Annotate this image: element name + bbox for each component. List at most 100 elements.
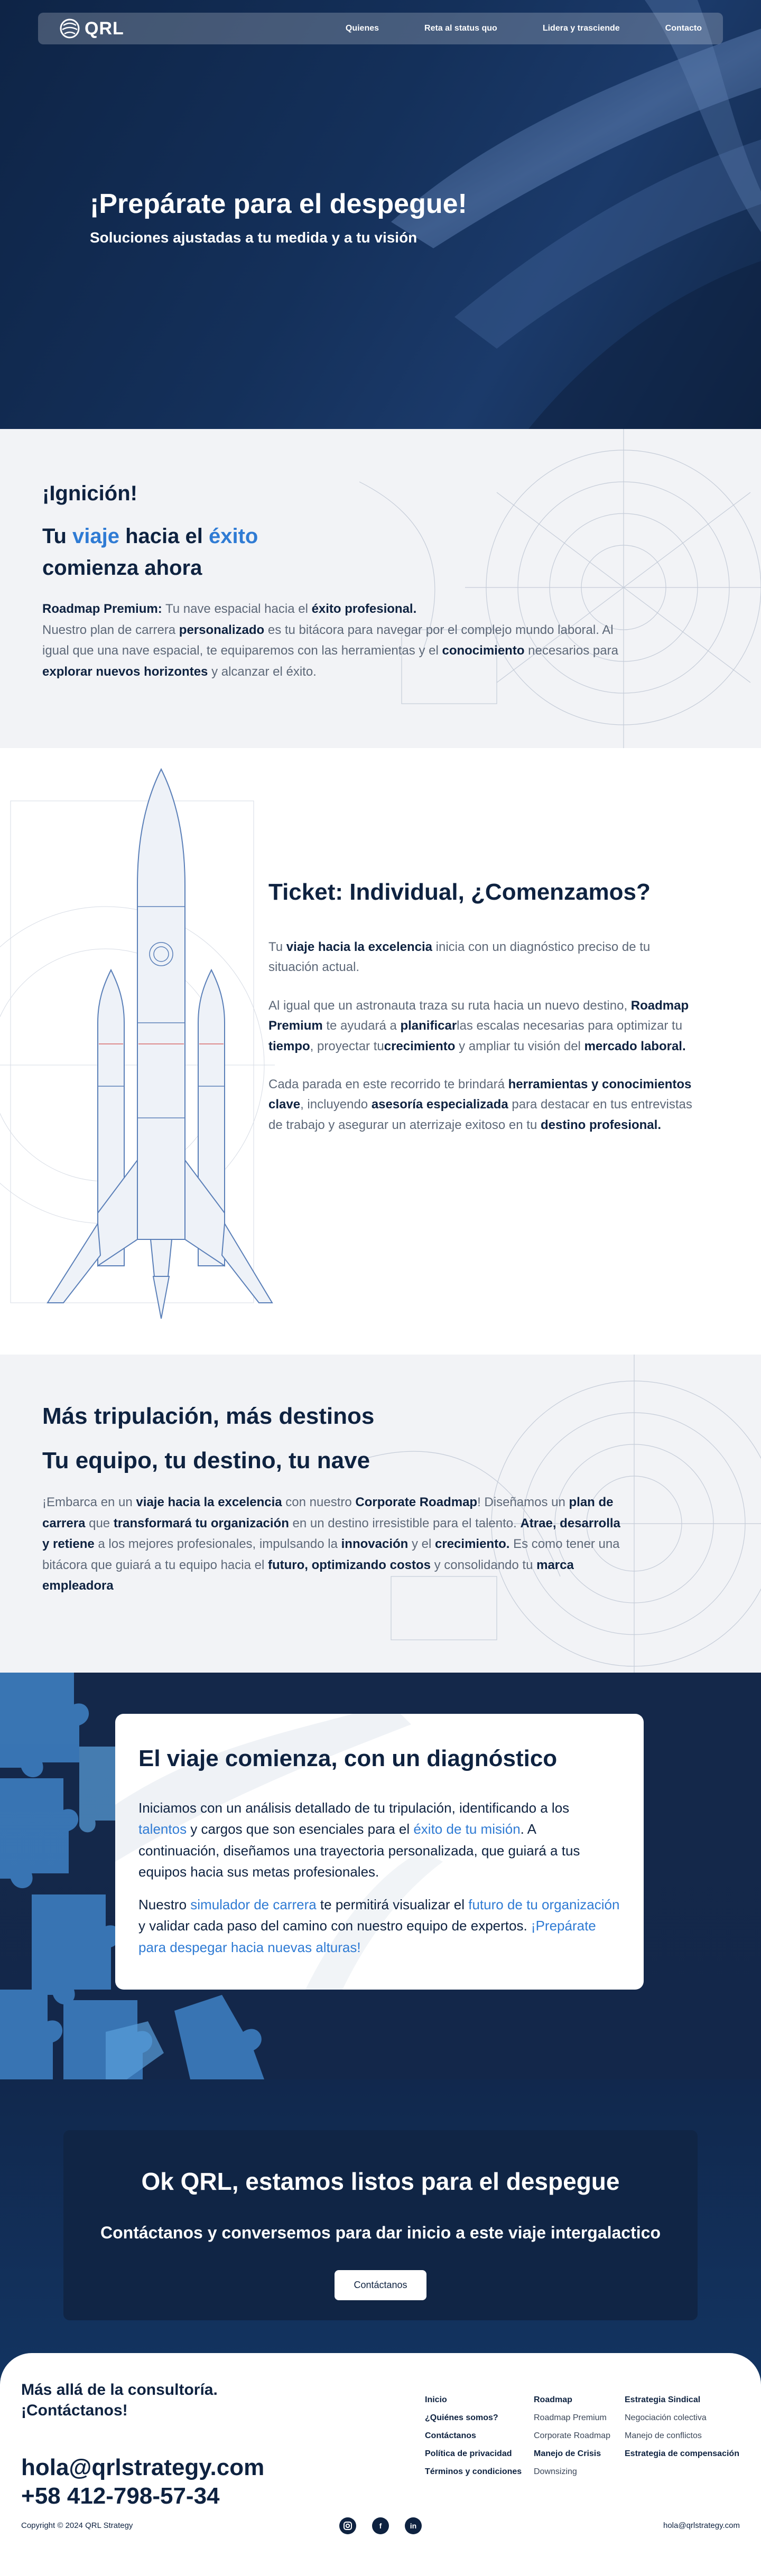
linkedin-icon[interactable]: in [405,2517,422,2534]
footer-link-conflictos[interactable]: Manejo de conflictos [625,2431,751,2441]
cta-subtitle: Contáctanos y conversemos para dar inici… [100,2223,661,2242]
headline-part: comienza ahora [42,556,202,580]
footer-email-small[interactable]: hola@qrlstrategy.com [663,2521,740,2530]
ticket-paragraph-3: Cada parada en este recorrido te brindar… [268,1075,702,1135]
ticket-paragraph-1: Tu viaje hacia la excelencia inicia con … [268,937,702,978]
footer: Más allá de la consultoría. ¡Contáctanos… [0,2353,761,2544]
text-strong: Corporate Roadmap [355,1495,478,1509]
text: te ayudará a [322,1019,401,1033]
ignition-body: Roadmap Premium: Tu nave espacial hacia … [42,599,639,682]
text-strong: Roadmap Premium: [42,602,162,616]
social-links: f in [339,2517,422,2534]
text-strong: destino profesional. [540,1117,661,1132]
text: Tu [268,940,286,954]
text: las escalas necesarias para optimizar tu [457,1019,683,1033]
footer-link-quienes[interactable]: ¿Quiénes somos? [425,2413,523,2423]
contact-button[interactable]: Contáctanos [335,2270,426,2300]
footer-link-downsizing[interactable]: Downsizing [534,2467,614,2477]
headline-part: Tu [42,525,73,548]
globe-icon [60,18,80,39]
diagnostic-title: El viaje comienza, con un diagnóstico [138,1746,558,1771]
footer-link-privacidad[interactable]: Política de privacidad [425,2449,523,2459]
hero-title: ¡Prepárate para el despegue! [90,189,467,219]
text: y alcanzar el éxito. [208,664,317,679]
top-navigation: QRL Quienes Reta al status quo Lidera y … [38,13,723,44]
nav-link-lidera[interactable]: Lidera y trasciende [543,24,620,33]
text: , proyectar tu [310,1039,384,1053]
diagnostic-paragraph-2: Nuestro simulador de carrera te permitir… [138,1894,620,1958]
text-strong: crecimiento. [435,1537,510,1552]
footer-link-corporate-roadmap[interactable]: Corporate Roadmap [534,2431,614,2441]
headline-part: hacia el [119,525,209,548]
text: Cada parada en este recorrido te brindar… [268,1077,508,1091]
copyright: Copyright © 2024 QRL Strategy [21,2521,133,2530]
footer-phone[interactable]: +58 412-798-57-34 [21,2483,740,2509]
text: y el [408,1537,435,1552]
hero-subtitle: Soluciones ajustadas a tu medida y a tu … [90,229,417,246]
footer-col-roadmap: Roadmap Roadmap Premium Corporate Roadma… [534,2395,614,2477]
ticket-paragraph-2: Al igual que un astronauta traza su ruta… [268,996,702,1057]
text-strong: planificar [400,1019,457,1033]
ticket-title: Ticket: Individual, ¿Comenzamos? [268,879,651,905]
footer-link-compensacion[interactable]: Estrategia de compensación [625,2449,751,2459]
text-strong: innovación [341,1537,409,1552]
footer-link-contactanos[interactable]: Contáctanos [425,2431,523,2441]
text: ¡Embarca en un [42,1495,136,1509]
cta-box: Ok QRL, estamos listos para el despegue … [63,2130,698,2320]
text-highlight: simulador de carrera [190,1897,317,1913]
hero-text: ¡Prepárate para el despegue! Soluciones … [90,188,467,246]
text-strong: explorar nuevos horizontes [42,664,208,679]
text: necesarios para [524,643,618,658]
text: a los mejores profesionales, impulsando … [94,1537,341,1552]
text: y validar cada paso del camino con nuest… [138,1918,531,1934]
text: Nuestro plan de carrera [42,622,179,637]
cta-section: Ok QRL, estamos listos para el despegue … [0,2079,761,2385]
instagram-icon[interactable] [339,2517,356,2534]
text-strong: futuro, optimizando costos [267,1557,431,1572]
text: que [85,1516,114,1530]
crew-content: Más tripulación, más destinos Tu equipo,… [42,1403,719,1597]
footer-link-roadmap-premium[interactable]: Roadmap Premium [534,2413,614,2423]
text-strong: éxito profesional. [311,602,417,616]
footer-link-terminos[interactable]: Términos y condiciones [425,2467,523,2477]
logo-text: QRL [85,18,124,39]
headline-highlight: éxito [208,525,258,548]
diagnostic-paragraph-1: Iniciamos con un análisis detallado de t… [138,1797,620,1882]
footer-link-inicio[interactable]: Inicio [425,2395,523,2405]
text-strong: conocimiento [442,643,525,658]
text-strong: personalizado [179,622,265,637]
footer-col-main: Inicio ¿Quiénes somos? Contáctanos Polít… [425,2395,523,2477]
text: , incluyendo [300,1097,372,1112]
text-strong: tiempo [268,1039,310,1053]
crew-body: ¡Embarca en un viaje hacia la excelencia… [42,1492,629,1597]
text: Tu nave espacial hacia el [162,602,312,616]
footer-link-negociacion[interactable]: Negociación colectiva [625,2413,751,2423]
footer-link-manejo-crisis[interactable]: Manejo de Crisis [534,2449,614,2459]
nav-link-contacto[interactable]: Contacto [665,24,702,33]
text-strong: mercado laboral. [584,1039,686,1053]
text-strong: viaje hacia la excelencia [286,940,432,954]
diagnostic-card: El viaje comienza, con un diagnóstico In… [115,1714,644,1990]
text: ! Diseñamos un [477,1495,569,1509]
footer-links: Inicio ¿Quiénes somos? Contáctanos Polít… [425,2395,751,2477]
text-highlight: éxito de tu misión [413,1821,521,1837]
text: y cargos que son esenciales para el [187,1821,414,1837]
text-strong: crecimiento [384,1039,456,1053]
footer-bottom: Copyright © 2024 QRL Strategy f in hola@… [21,2517,740,2534]
text: Al igual que un astronauta traza su ruta… [268,998,631,1013]
ignition-headline: Tu viaje hacia el éxito comienza ahora [42,520,719,584]
footer-col-heading: Roadmap [534,2395,572,2404]
qrl-logo[interactable]: QRL [59,18,124,39]
text: Iniciamos con un análisis detallado de t… [138,1800,570,1816]
facebook-icon[interactable]: f [372,2517,389,2534]
text-highlight: talentos [138,1821,187,1837]
text: te permitirá visualizar el [316,1897,469,1913]
nav-link-quienes[interactable]: Quienes [346,24,379,33]
rocket-blueprint-illustration [0,768,275,1319]
text-strong: transformará tu organización [113,1516,289,1530]
ignition-eyebrow: ¡Ignición! [42,482,137,505]
diagnostic-section: El viaje comienza, con un diagnóstico In… [0,1673,761,2079]
headline-highlight: viaje [72,525,119,548]
nav-link-reta[interactable]: Reta al status quo [424,24,497,33]
crew-section: Más tripulación, más destinos Tu equipo,… [0,1355,761,1673]
